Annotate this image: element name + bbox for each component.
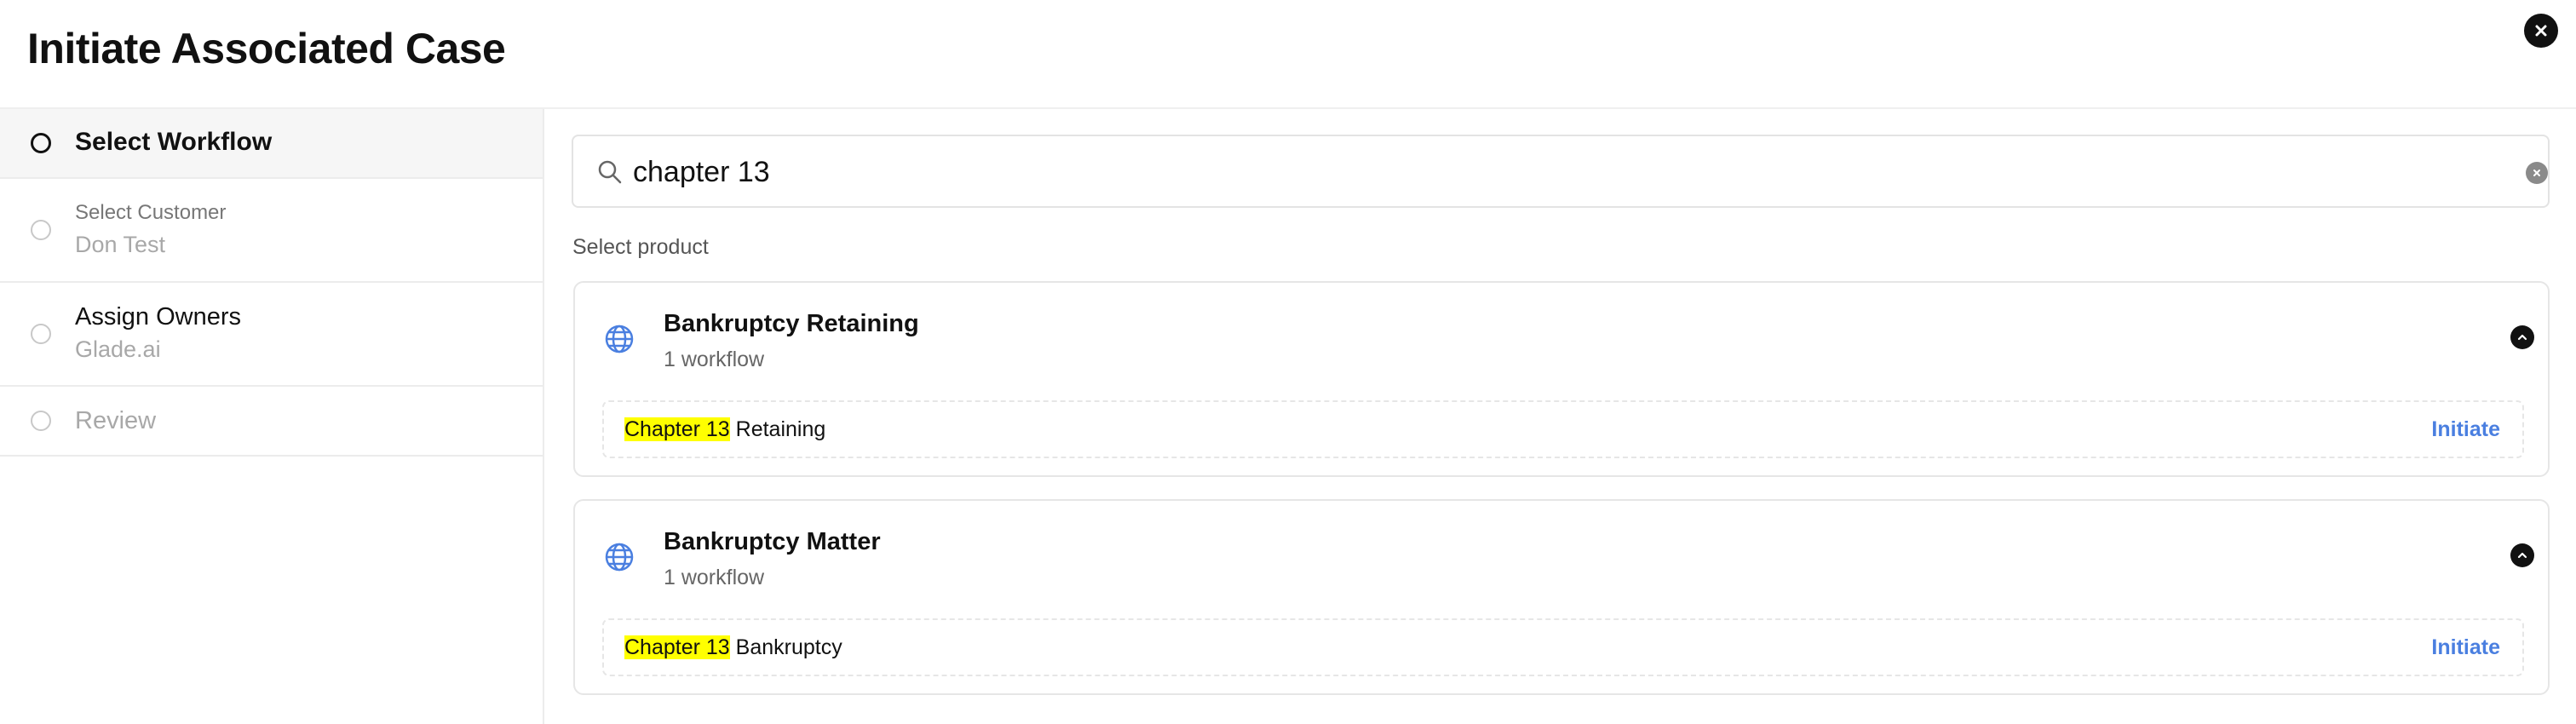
workflow-name: Chapter 13 Bankruptcy	[624, 635, 842, 660]
step-subtitle: Don Test	[75, 232, 166, 257]
step-title: Select Customer	[75, 201, 227, 224]
workflow-name-rest: Bankruptcy	[729, 635, 842, 659]
step-indicator	[31, 411, 51, 431]
search-icon	[598, 160, 622, 184]
workflow-row: Chapter 13 Retaining Initiate	[602, 400, 2524, 458]
workflow-name-rest: Retaining	[729, 417, 826, 441]
chevron-up-icon	[2517, 552, 2527, 559]
close-icon	[2535, 25, 2547, 37]
search-input[interactable]	[633, 148, 2464, 196]
step-assign-owners[interactable]: Assign Owners Glade.ai	[0, 283, 543, 387]
modal-header: Initiate Associated Case	[0, 0, 2576, 109]
step-subtitle: Glade.ai	[75, 336, 161, 362]
search-box	[572, 135, 2550, 208]
clear-search-button[interactable]	[2526, 162, 2548, 184]
product-card: Bankruptcy Retaining 1 workflow Chapter …	[573, 281, 2550, 477]
step-title: Select Workflow	[75, 128, 273, 156]
initiate-button[interactable]: Initiate	[2431, 635, 2500, 660]
product-selection-panel: Select product Bankruptcy Retaining 1 wo…	[546, 109, 2576, 724]
select-product-label: Select product	[572, 235, 709, 259]
workflow-count: 1 workflow	[664, 348, 765, 371]
globe-icon	[605, 325, 634, 353]
initiate-button[interactable]: Initiate	[2431, 417, 2500, 442]
product-card: Bankruptcy Matter 1 workflow Chapter 13 …	[573, 499, 2550, 695]
globe-icon	[605, 543, 634, 572]
step-title: Assign Owners	[75, 303, 242, 330]
collapse-toggle-button[interactable]	[2510, 543, 2534, 567]
search-match-highlight: Chapter 13	[624, 417, 730, 441]
search-match-highlight: Chapter 13	[624, 635, 730, 659]
step-select-workflow[interactable]: Select Workflow	[0, 109, 543, 179]
close-button[interactable]	[2524, 14, 2558, 48]
step-indicator	[31, 133, 51, 153]
modal-title: Initiate Associated Case	[27, 25, 506, 72]
step-indicator	[31, 324, 51, 344]
workflow-stepper: Select Workflow Select Customer Don Test…	[0, 109, 544, 724]
step-select-customer[interactable]: Select Customer Don Test	[0, 179, 543, 283]
step-indicator	[31, 220, 51, 240]
step-title: Review	[75, 407, 157, 434]
clear-icon	[2533, 170, 2540, 176]
product-name: Bankruptcy Matter	[664, 528, 881, 555]
collapse-toggle-button[interactable]	[2510, 325, 2534, 349]
workflow-name: Chapter 13 Retaining	[624, 417, 825, 442]
step-review[interactable]: Review	[0, 387, 543, 457]
workflow-row: Chapter 13 Bankruptcy Initiate	[602, 618, 2524, 676]
workflow-count: 1 workflow	[664, 566, 765, 589]
chevron-up-icon	[2517, 334, 2527, 341]
product-name: Bankruptcy Retaining	[664, 310, 919, 337]
